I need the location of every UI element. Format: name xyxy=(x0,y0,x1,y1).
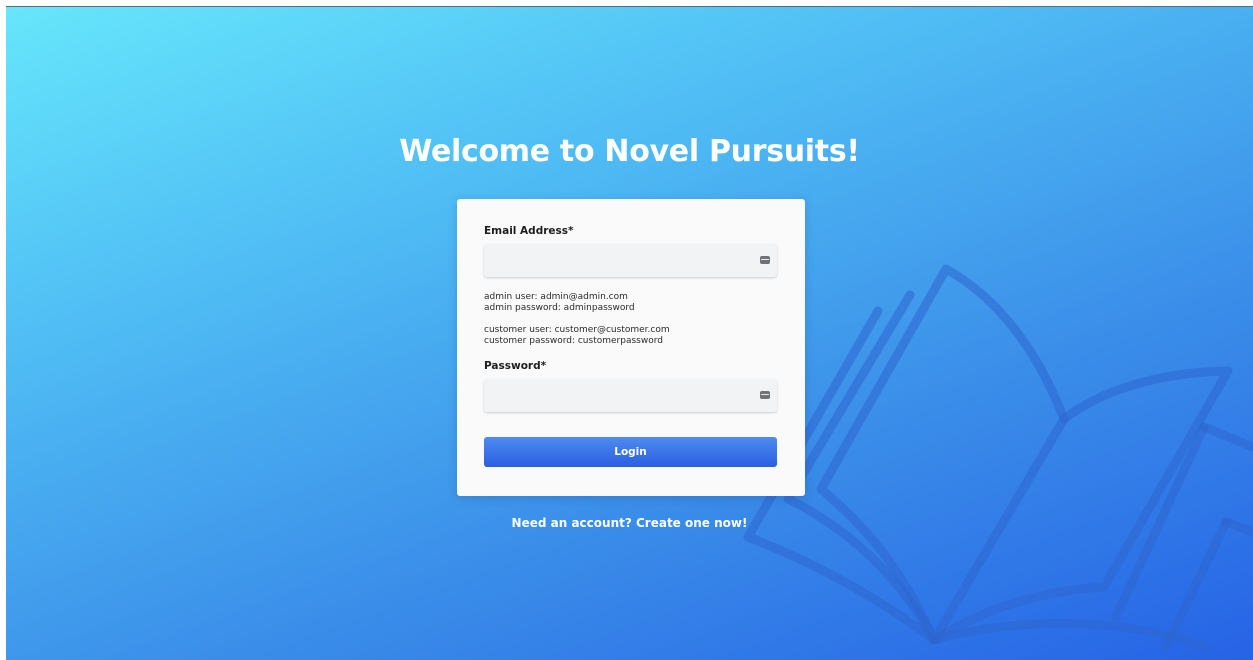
autofill-card-icon[interactable] xyxy=(760,256,770,264)
password-label: Password* xyxy=(484,360,547,372)
autofill-card-icon[interactable] xyxy=(760,391,770,399)
login-card: Email Address* admin user: admin@admin.c… xyxy=(457,199,805,496)
login-button[interactable]: Login xyxy=(484,437,777,467)
login-page: Welcome to Novel Pursuits! Email Address… xyxy=(6,6,1253,660)
page-title: Welcome to Novel Pursuits! xyxy=(399,134,860,169)
admin-user-hint: admin user: admin@admin.com xyxy=(484,292,628,302)
email-input[interactable] xyxy=(484,244,777,277)
email-label: Email Address* xyxy=(484,225,574,237)
customer-password-hint: customer password: customerpassword xyxy=(484,336,663,346)
password-input[interactable] xyxy=(484,379,777,412)
customer-user-hint: customer user: customer@customer.com xyxy=(484,325,670,335)
admin-password-hint: admin password: adminpassword xyxy=(484,303,635,313)
create-account-link[interactable]: Need an account? Create one now! xyxy=(6,516,1253,530)
